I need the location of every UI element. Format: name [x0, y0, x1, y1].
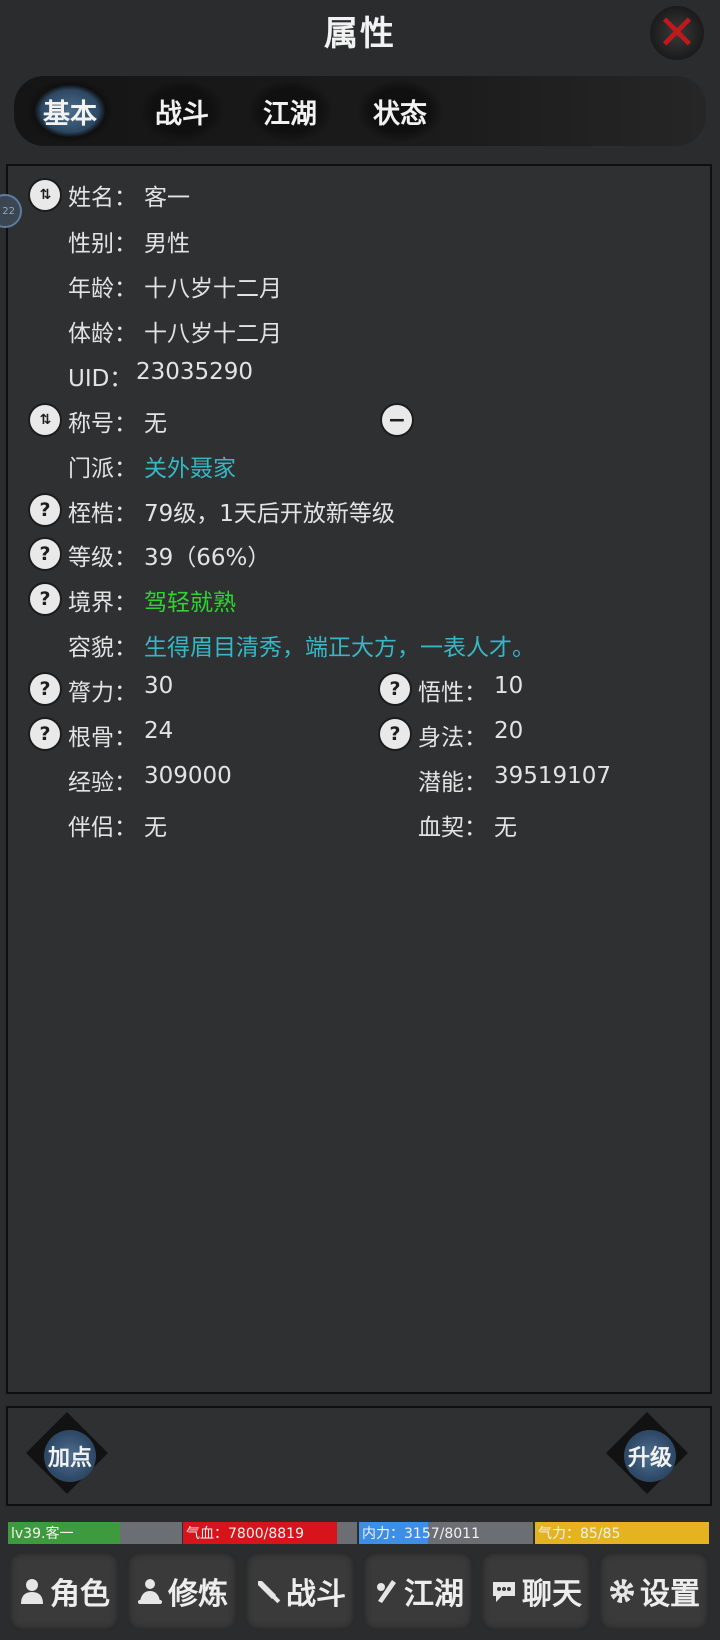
help-icon[interactable]: ?: [380, 719, 410, 749]
nav-label: 设置: [640, 1577, 700, 1612]
meditate-icon: [138, 1579, 162, 1604]
add-points-label: 加点: [47, 1446, 92, 1471]
mp-bar: 内力：3157/8011: [359, 1522, 533, 1544]
potential-value: 39519107: [494, 763, 612, 789]
tab-status[interactable]: 状态: [358, 80, 442, 142]
hp-bar: 气血：7800/8819: [183, 1522, 357, 1544]
uid-label: UID：: [68, 366, 133, 392]
name-label: 姓名：: [68, 185, 137, 211]
partner-label: 伴侣：: [68, 815, 137, 841]
shackle-value: 79级，1天后开放新等级: [144, 501, 395, 527]
nav-combat[interactable]: 战斗: [245, 1552, 355, 1630]
tab-basic[interactable]: 基本: [28, 80, 112, 142]
nav-settings[interactable]: 设置: [599, 1552, 709, 1630]
level-label: 等级：: [68, 545, 137, 571]
person-icon: [21, 1579, 43, 1604]
name-bar: lv39.客一: [8, 1522, 182, 1544]
realm-label: 境界：: [68, 590, 137, 616]
strength-label: 膂力：: [68, 680, 137, 706]
nav-label: 战斗: [286, 1577, 346, 1612]
help-icon[interactable]: ?: [30, 719, 60, 749]
agility-value: 20: [494, 718, 524, 744]
sect-label: 门派：: [68, 456, 137, 482]
age-value: 十八岁十二月: [144, 276, 282, 302]
bone-label: 根骨：: [68, 725, 137, 751]
body-age-value: 十八岁十二月: [144, 321, 282, 347]
qi-text: 气力：85/85: [538, 1526, 621, 1542]
blood-value: 无: [494, 815, 517, 841]
tab-jianghu[interactable]: 江湖: [248, 80, 332, 142]
shackle-label: 桎梏：: [68, 501, 137, 527]
wisdom-label: 悟性：: [418, 680, 487, 706]
help-icon[interactable]: ?: [30, 539, 60, 569]
qi-bar: 气力：85/85: [535, 1522, 709, 1544]
swap-icon[interactable]: ⇅: [30, 180, 60, 210]
help-icon[interactable]: ?: [30, 674, 60, 704]
strength-value: 30: [144, 673, 174, 699]
page-title: 属性: [324, 14, 396, 54]
help-icon[interactable]: ?: [380, 674, 410, 704]
upgrade-label: 升级: [627, 1446, 672, 1471]
gender-value: 男性: [144, 231, 190, 257]
nav-jianghu[interactable]: 江湖: [363, 1552, 473, 1630]
close-icon: ✕: [656, 5, 698, 61]
title-label: 称号：: [68, 411, 137, 437]
uid-value: 23035290: [136, 359, 254, 385]
upgrade-button[interactable]: 升级: [605, 1411, 690, 1496]
wisdom-value: 10: [494, 673, 524, 699]
player-name: lv39.客一: [11, 1526, 74, 1542]
close-button[interactable]: ✕: [650, 6, 704, 60]
nav-cultivate[interactable]: 修炼: [127, 1552, 237, 1630]
bone-value: 24: [144, 718, 174, 744]
name-value: 客一: [144, 185, 190, 211]
body-age-label: 体龄：: [68, 321, 137, 347]
nav-character[interactable]: 角色: [9, 1552, 119, 1630]
exp-label: 经验：: [68, 770, 137, 796]
nav-label: 聊天: [522, 1577, 582, 1612]
level-value: 39（66%）: [144, 545, 271, 571]
look-value: 生得眉目清秀，端正大方，一表人才。: [144, 635, 535, 661]
remove-title-icon[interactable]: −: [382, 405, 412, 435]
hp-text: 气血：7800/8819: [186, 1526, 304, 1542]
sect-value[interactable]: 关外聂家: [144, 449, 236, 483]
look-label: 容貌：: [68, 635, 137, 661]
realm-value: 驾轻就熟: [144, 590, 236, 616]
potential-label: 潜能：: [418, 770, 487, 796]
sword-icon: [258, 1581, 281, 1604]
gear-icon: [610, 1579, 634, 1603]
agility-label: 身法：: [418, 725, 487, 751]
tab-combat[interactable]: 战斗: [140, 80, 224, 142]
swap-icon[interactable]: ⇅: [30, 405, 60, 435]
action-panel: [6, 1406, 712, 1506]
nav-label: 修炼: [168, 1577, 228, 1612]
mp-text: 内力：3157/8011: [362, 1526, 480, 1542]
exp-value: 309000: [144, 763, 232, 789]
blood-label: 血契：: [418, 815, 487, 841]
chat-icon: [493, 1582, 515, 1602]
age-label: 年龄：: [68, 276, 137, 302]
help-icon[interactable]: ?: [30, 495, 60, 525]
nav-label: 角色: [50, 1577, 110, 1612]
add-points-button[interactable]: 加点: [25, 1411, 110, 1496]
gender-label: 性别：: [68, 231, 137, 257]
partner-value: 无: [144, 815, 167, 841]
nav-chat[interactable]: 聊天: [481, 1552, 591, 1630]
nav-label: 江湖: [404, 1577, 464, 1612]
help-icon[interactable]: ?: [30, 584, 60, 614]
warrior-icon: [377, 1580, 396, 1603]
title-value: 无: [144, 411, 167, 437]
